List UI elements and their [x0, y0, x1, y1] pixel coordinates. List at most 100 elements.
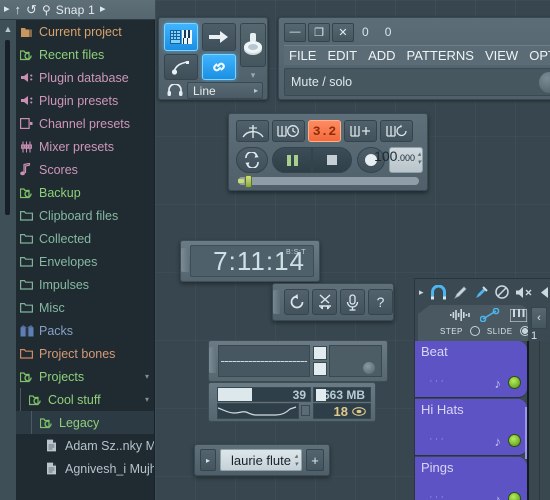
pattern-name-field[interactable]: laurie flute ▴ ▾: [220, 449, 302, 471]
browser-item-project-bones[interactable]: Project bones: [16, 342, 154, 365]
browser-item-current-project[interactable]: Current project: [16, 20, 154, 43]
pattern-menu-button[interactable]: ▸: [200, 449, 216, 471]
browser-item-envelopes[interactable]: Envelopes: [16, 250, 154, 273]
menu-item-view[interactable]: VIEW: [485, 48, 518, 63]
channel-row[interactable]: Pings ··· ♪: [415, 457, 527, 500]
scope-switch-top[interactable]: [313, 346, 327, 360]
play-small-icon[interactable]: ▸: [4, 4, 10, 15]
expand-collapse-icon[interactable]: ▾: [145, 372, 154, 381]
browser-item-channel-presets[interactable]: Channel presets: [16, 112, 154, 135]
close-button[interactable]: ✕: [332, 22, 354, 42]
tempo-spinner[interactable]: ▴ ▾: [417, 151, 421, 167]
browser-item-scores[interactable]: Scores: [16, 158, 154, 181]
rack-prev-page-button[interactable]: ‹: [531, 307, 547, 329]
rack-menu-arrow-icon[interactable]: ▸: [419, 287, 424, 298]
left-arrow-icon[interactable]: [539, 286, 549, 299]
panel-drag-handle[interactable]: [181, 248, 189, 272]
hint-knob-icon[interactable]: [539, 72, 550, 93]
slide-tool[interactable]: [164, 54, 198, 80]
waveform-icon[interactable]: [450, 309, 470, 321]
pattern-spinner[interactable]: ▴ ▾: [294, 453, 298, 469]
magnifier-icon[interactable]: ⚲: [42, 4, 51, 16]
undo-history-button[interactable]: [284, 289, 309, 315]
note-icon[interactable]: ♪: [495, 434, 502, 449]
browser-item-clipboard-files[interactable]: Clipboard files: [16, 204, 154, 227]
metronome-button[interactable]: [236, 120, 269, 142]
pattern-loop-button[interactable]: [380, 120, 413, 142]
channel-led[interactable]: [508, 376, 521, 389]
channel-led[interactable]: [508, 492, 521, 500]
note-icon[interactable]: ♪: [495, 492, 502, 500]
pattern-add-button[interactable]: +: [306, 449, 324, 471]
up-arrow-icon[interactable]: ↑: [15, 3, 22, 16]
slide-toggle[interactable]: [519, 326, 528, 336]
microphone-button[interactable]: [340, 289, 365, 315]
tempo-field[interactable]: 100.000 ▴ ▾: [374, 147, 423, 173]
time-lcd[interactable]: 7:11:14 B:S:T: [190, 245, 314, 277]
browser-item-recent-files[interactable]: Recent files: [16, 43, 154, 66]
restore-button[interactable]: ❐: [308, 22, 330, 42]
pattern-spin-up[interactable]: ▴: [294, 453, 298, 461]
pencil-draw-icon[interactable]: [453, 285, 468, 300]
minimize-button[interactable]: —: [284, 22, 306, 42]
mute-slash-icon[interactable]: [494, 285, 509, 299]
note-icon[interactable]: ♪: [495, 376, 502, 391]
piano-roll-tool[interactable]: [164, 23, 198, 51]
arrow-tool[interactable]: [202, 23, 236, 51]
speaker-mute-icon[interactable]: [515, 286, 533, 299]
browser-item-legacy[interactable]: Legacy: [16, 411, 154, 434]
browser-scrollbar[interactable]: ▲: [0, 20, 16, 500]
piano-keys-icon[interactable]: [510, 308, 527, 322]
browser-item-packs[interactable]: Packs: [16, 319, 154, 342]
meter-chip-icon[interactable]: [301, 405, 310, 416]
undo-icon[interactable]: ↺: [26, 3, 37, 16]
pattern-add-button[interactable]: [344, 120, 377, 142]
cut-tool-button[interactable]: [312, 289, 337, 315]
snap-label[interactable]: Snap 1: [56, 3, 95, 17]
scope-switch-bottom[interactable]: [313, 362, 327, 376]
expand-collapse-icon[interactable]: ▾: [145, 395, 154, 404]
headphone-icon[interactable]: [167, 84, 183, 96]
volume-knob-control[interactable]: [240, 23, 266, 67]
scope-knob-icon[interactable]: [363, 362, 375, 374]
channel-row[interactable]: Beat ··· ♪: [415, 341, 527, 398]
panel-drag-handle[interactable]: [209, 347, 216, 373]
step-sequencer-grid[interactable]: [527, 341, 550, 500]
step-toggle[interactable]: [469, 326, 480, 336]
browser-item-plugin-presets[interactable]: Plugin presets: [16, 89, 154, 112]
browser-item-collected[interactable]: Collected: [16, 227, 154, 250]
pattern-spin-down[interactable]: ▾: [294, 461, 298, 469]
paint-brush-icon[interactable]: [474, 285, 489, 300]
pattern-song-toggle[interactable]: [236, 147, 268, 173]
chevron-down-icon[interactable]: ▾: [245, 70, 261, 80]
slider-thumb[interactable]: [245, 175, 252, 188]
scroll-up-icon[interactable]: ▲: [0, 20, 16, 34]
play-pause-button[interactable]: [272, 147, 312, 173]
pattern-number-display[interactable]: 3.2: [308, 120, 341, 142]
wait-for-input-button[interactable]: [272, 120, 305, 142]
menu-item-add[interactable]: ADD: [368, 48, 395, 63]
scrollbar-thumb[interactable]: [5, 40, 10, 215]
tempo-spin-down[interactable]: ▾: [417, 159, 421, 167]
line-mode-select[interactable]: Line ▸: [187, 82, 263, 99]
browser-item-backup[interactable]: Backup: [16, 181, 154, 204]
browser-item-projects[interactable]: Projects ▾: [16, 365, 154, 388]
snap-next-icon[interactable]: ▸: [100, 4, 106, 15]
panel-drag-handle[interactable]: [273, 290, 280, 314]
browser-item-adam-sz-nky-mix[interactable]: Adam Sz..nky Mix): [16, 434, 154, 457]
browser-item-plugin-database[interactable]: Plugin database: [16, 66, 154, 89]
menu-item-edit[interactable]: EDIT: [327, 48, 357, 63]
browser-item-mixer-presets[interactable]: Mixer presets: [16, 135, 154, 158]
browser-item-agnivesh-i-mujhe[interactable]: Agnivesh_i Mujhe: [16, 457, 154, 480]
browser-item-impulses[interactable]: Impulses: [16, 273, 154, 296]
help-button[interactable]: ?: [368, 289, 393, 315]
browser-item-misc[interactable]: Misc: [16, 296, 154, 319]
menu-item-file[interactable]: FILE: [289, 48, 316, 63]
link-tool[interactable]: [202, 54, 236, 80]
channel-row[interactable]: Hi Hats ··· ♪: [415, 399, 527, 456]
menu-item-options[interactable]: OPTIONS: [529, 48, 550, 63]
browser-item-cool-stuff[interactable]: Cool stuff ▾: [16, 388, 154, 411]
transport-slider[interactable]: [238, 175, 419, 188]
menu-item-patterns[interactable]: PATTERNS: [407, 48, 474, 63]
stop-button[interactable]: [312, 147, 352, 173]
